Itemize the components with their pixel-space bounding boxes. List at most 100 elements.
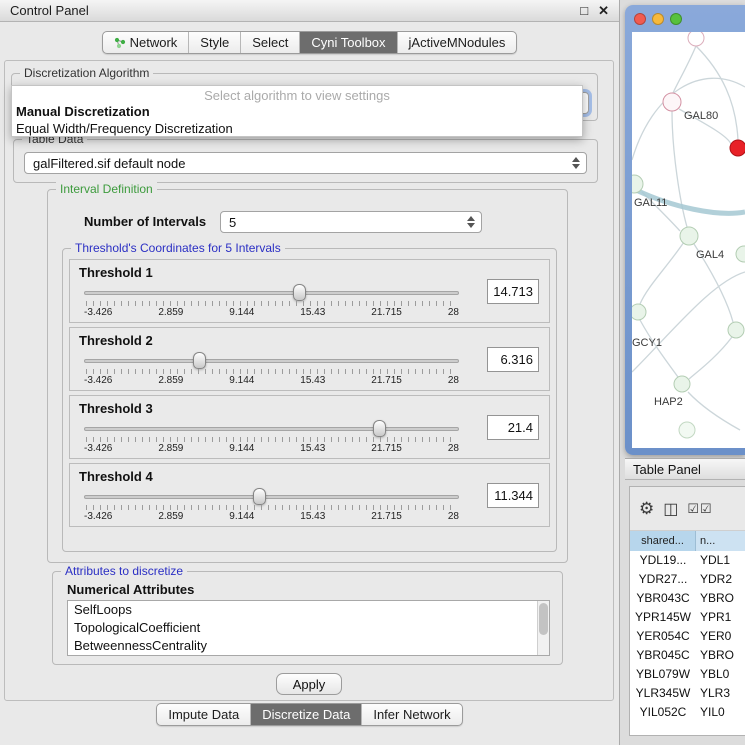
slider-thumb[interactable] bbox=[293, 284, 306, 301]
desktop: Control Panel □ ✕ Network bbox=[0, 0, 745, 745]
cell[interactable]: YDL19... bbox=[630, 551, 696, 570]
node[interactable] bbox=[679, 422, 695, 438]
cell[interactable]: YER0 bbox=[696, 627, 745, 646]
slider-track[interactable] bbox=[84, 427, 459, 431]
node[interactable] bbox=[736, 246, 745, 262]
tab-impute-data[interactable]: Impute Data bbox=[157, 704, 250, 725]
network-view-window[interactable]: GAL80 GAL11 GAL4 GCY1 HAP2 bbox=[625, 5, 745, 455]
table-panel-header[interactable]: Table Panel bbox=[625, 458, 745, 480]
threshold-panels: Threshold 1 -3.426 2.859 9.144 15.43 bbox=[69, 259, 550, 527]
slider-thumb[interactable] bbox=[193, 352, 206, 369]
tab-jactivemnodules[interactable]: jActiveMNodules bbox=[397, 32, 517, 53]
cell[interactable]: YDL1 bbox=[696, 551, 745, 570]
cell[interactable]: YBR045C bbox=[630, 646, 696, 665]
table-body: YDL19... YDL1 YDR27... YDR2 YBR043C YBRO… bbox=[630, 551, 745, 722]
attributes-list[interactable]: SelfLoops TopologicalCoefficient Between… bbox=[67, 600, 550, 656]
node-hap2[interactable] bbox=[674, 376, 690, 392]
cell[interactable]: YBR043C bbox=[630, 589, 696, 608]
threshold-value-field[interactable] bbox=[487, 279, 539, 304]
table-row[interactable]: YIL052C YIL0 bbox=[630, 703, 745, 722]
node-gal4[interactable] bbox=[680, 227, 698, 245]
cell[interactable]: YIL052C bbox=[630, 703, 696, 722]
list-item[interactable]: TopologicalCoefficient bbox=[68, 619, 549, 637]
table-row[interactable]: YER054C YER0 bbox=[630, 627, 745, 646]
network-canvas[interactable]: GAL80 GAL11 GAL4 GCY1 HAP2 bbox=[632, 32, 745, 448]
table-row[interactable]: YBL079W YBL0 bbox=[630, 665, 745, 684]
list-item[interactable]: SelfLoops bbox=[68, 601, 549, 619]
tab-infer-network[interactable]: Infer Network bbox=[361, 704, 461, 725]
table-row[interactable]: YPR145W YPR1 bbox=[630, 608, 745, 627]
cell[interactable]: YBRO bbox=[696, 589, 745, 608]
close-icon[interactable]: ✕ bbox=[598, 4, 609, 17]
node-gcy1[interactable] bbox=[632, 304, 646, 320]
columns-icon[interactable]: ◫ bbox=[663, 499, 678, 519]
threshold-slider[interactable]: -3.426 2.859 9.144 15.43 21.715 28 bbox=[84, 490, 459, 524]
slider-track[interactable] bbox=[84, 495, 459, 499]
control-panel-titlebar[interactable]: Control Panel □ ✕ bbox=[0, 0, 619, 22]
dropdown-option-equal-width[interactable]: Equal Width/Frequency Discretization bbox=[12, 120, 582, 137]
table-row[interactable]: YLR345W YLR3 bbox=[630, 684, 745, 703]
node[interactable] bbox=[688, 32, 704, 46]
node[interactable] bbox=[728, 322, 744, 338]
list-item[interactable]: BetweennessCentrality bbox=[68, 637, 549, 655]
threshold-slider[interactable]: -3.426 2.859 9.144 15.43 21.715 28 bbox=[84, 422, 459, 456]
close-button[interactable] bbox=[634, 13, 646, 25]
scale-label: 21.715 bbox=[371, 307, 402, 318]
cell[interactable]: YLR345W bbox=[630, 684, 696, 703]
cell[interactable]: YDR27... bbox=[630, 570, 696, 589]
cell[interactable]: YIL0 bbox=[696, 703, 745, 722]
scale-label: 15.43 bbox=[300, 511, 325, 522]
apply-button[interactable]: Apply bbox=[276, 673, 342, 695]
float-window-icon[interactable]: □ bbox=[580, 4, 588, 17]
threshold-value-field[interactable] bbox=[487, 347, 539, 372]
slider-scale: -3.426 2.859 9.144 15.43 21.715 28 bbox=[84, 511, 459, 522]
cell[interactable]: YPR145W bbox=[630, 608, 696, 627]
checkbox-filter-icons[interactable]: ☑☑ bbox=[687, 501, 712, 517]
minimize-button[interactable] bbox=[652, 13, 664, 25]
tab-select[interactable]: Select bbox=[240, 32, 299, 53]
cell[interactable]: YBRO bbox=[696, 646, 745, 665]
slider-thumb[interactable] bbox=[253, 488, 266, 505]
table-row[interactable]: YBR043C YBRO bbox=[630, 589, 745, 608]
node-red[interactable] bbox=[730, 140, 745, 156]
slider-track[interactable] bbox=[84, 291, 459, 295]
tab-label: Discretize Data bbox=[262, 707, 350, 722]
slider-thumb[interactable] bbox=[373, 420, 386, 437]
node-label: GAL80 bbox=[684, 110, 718, 122]
scale-label: 2.859 bbox=[158, 375, 183, 386]
tab-network[interactable]: Network bbox=[103, 32, 189, 53]
tab-style[interactable]: Style bbox=[188, 32, 240, 53]
network-graph: GAL80 GAL11 GAL4 GCY1 HAP2 bbox=[632, 32, 745, 448]
number-of-intervals-combo[interactable]: 5 bbox=[220, 211, 482, 233]
cell[interactable]: YPR1 bbox=[696, 608, 745, 627]
slider-track[interactable] bbox=[84, 359, 459, 363]
table-data-combo[interactable]: galFiltered.sif default node bbox=[24, 152, 587, 174]
column-header-shared-name[interactable]: shared... bbox=[630, 531, 696, 551]
zoom-button[interactable] bbox=[670, 13, 682, 25]
column-header-name[interactable]: n... bbox=[696, 531, 745, 551]
node-label: GCY1 bbox=[632, 337, 662, 349]
threshold-value-field[interactable] bbox=[487, 415, 539, 440]
cell[interactable]: YDR2 bbox=[696, 570, 745, 589]
cell[interactable]: YBL079W bbox=[630, 665, 696, 684]
tab-cyni-toolbox[interactable]: Cyni Toolbox bbox=[299, 32, 396, 53]
gear-icon[interactable]: ⚙ bbox=[639, 499, 654, 519]
dropdown-option-manual[interactable]: Manual Discretization bbox=[12, 103, 582, 120]
threshold-value-field[interactable] bbox=[487, 483, 539, 508]
bottom-tab-group: Impute Data Discretize Data Infer Networ… bbox=[156, 703, 462, 726]
scrollbar-thumb[interactable] bbox=[539, 603, 548, 635]
table-row[interactable]: YDL19... YDL1 bbox=[630, 551, 745, 570]
node-gal80[interactable] bbox=[663, 93, 681, 111]
cell[interactable]: YBL0 bbox=[696, 665, 745, 684]
threshold-slider[interactable]: -3.426 2.859 9.144 15.43 21.715 28 bbox=[84, 354, 459, 388]
scale-label: -3.426 bbox=[84, 307, 112, 318]
tab-discretize-data[interactable]: Discretize Data bbox=[250, 704, 361, 725]
scale-label: 15.43 bbox=[300, 375, 325, 386]
list-scrollbar[interactable] bbox=[537, 601, 549, 655]
scale-label: 9.144 bbox=[229, 511, 254, 522]
cell[interactable]: YER054C bbox=[630, 627, 696, 646]
table-row[interactable]: YDR27... YDR2 bbox=[630, 570, 745, 589]
table-row[interactable]: YBR045C YBRO bbox=[630, 646, 745, 665]
threshold-slider[interactable]: -3.426 2.859 9.144 15.43 21.715 28 bbox=[84, 286, 459, 320]
cell[interactable]: YLR3 bbox=[696, 684, 745, 703]
